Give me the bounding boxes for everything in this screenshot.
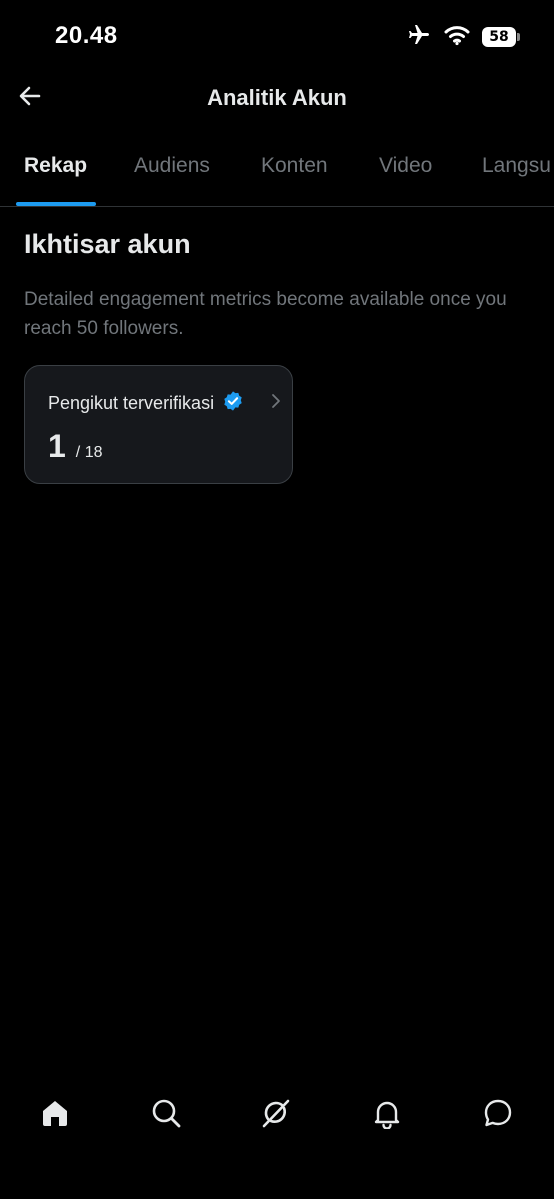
verified-followers-count: 1 [48,428,66,464]
bottom-nav [0,1085,554,1145]
nav-search[interactable] [148,1097,184,1133]
verified-badge-icon [222,390,244,417]
section-title: Ikhtisar akun [24,229,191,259]
nav-home[interactable] [37,1097,73,1133]
tab-video[interactable]: Video [379,154,432,178]
chat-icon [482,1097,514,1134]
header: Analitik Akun [0,74,554,124]
tab-konten[interactable]: Konten [261,154,328,178]
home-icon [39,1097,71,1134]
status-time: 20.48 [55,22,118,49]
battery-icon: 58 [482,27,520,47]
active-tab-indicator [16,202,96,206]
engagement-info-text: Detailed engagement metrics become avail… [24,289,507,339]
verified-followers-card[interactable]: Pengikut terverifikasi 1 / 18 [24,365,293,484]
page-title: Analitik Akun [207,85,347,110]
wifi-icon [444,24,470,51]
card-label-row: Pengikut terverifikasi [48,390,244,417]
card-label: Pengikut terverifikasi [48,393,215,413]
tab-bar: Rekap Audiens Konten Video Langsu [0,140,554,207]
nav-notifications[interactable] [369,1097,405,1133]
status-icons: 58 [406,23,520,52]
grok-icon [259,1096,293,1135]
nav-messages[interactable] [480,1097,516,1133]
bell-icon [371,1097,403,1134]
airplane-icon [406,23,432,52]
search-icon [150,1097,182,1134]
tab-langsung[interactable]: Langsu [482,154,551,178]
status-bar: 20.48 58 [0,0,554,74]
battery-level: 58 [489,29,509,45]
tab-rekap[interactable]: Rekap [24,154,87,178]
card-value-row: 1 / 18 [48,428,102,465]
chevron-right-icon [270,392,282,415]
tab-audiens[interactable]: Audiens [134,154,210,178]
nav-grok[interactable] [258,1097,294,1133]
verified-followers-total: / 18 [75,444,103,461]
